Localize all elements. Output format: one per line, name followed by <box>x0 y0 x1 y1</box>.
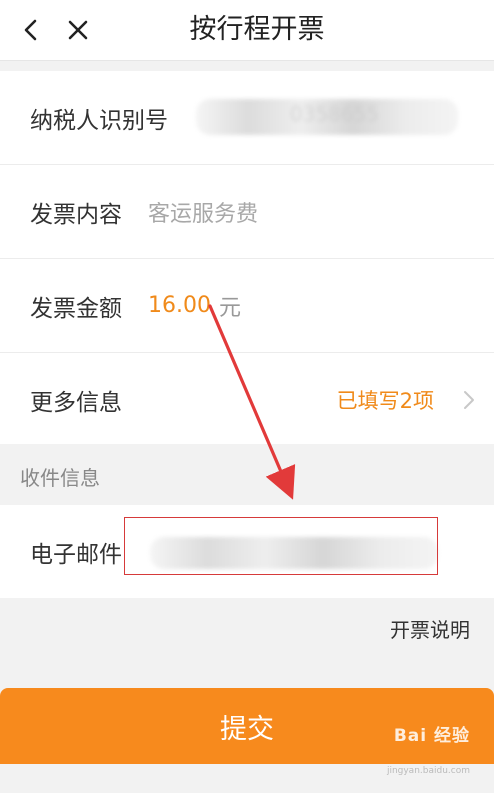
bottom-edge: jingyan.baidu.com <box>0 764 494 793</box>
taxpayer-id-label: 纳税人识别号 <box>30 107 168 134</box>
recipient-section-header: 收件信息 <box>0 444 494 504</box>
invoice-content-row[interactable]: 发票内容 客运服务费 <box>0 165 494 259</box>
invoice-form: 纳税人识别号 0358655 发票内容 客运服务费 发票金额 16.00 元 更… <box>0 71 494 446</box>
more-info-label: 更多信息 <box>30 389 122 416</box>
submit-button-label: 提交 <box>220 713 274 745</box>
taxpayer-id-value-blurred[interactable]: 0358655 <box>196 99 458 135</box>
invoice-amount-unit: 元 <box>218 295 241 321</box>
invoice-amount-value: 16.00 <box>148 293 211 318</box>
page-title: 按行程开票 <box>189 14 325 45</box>
invoice-content-label: 发票内容 <box>30 201 122 228</box>
watermark-url: jingyan.baidu.com <box>386 766 470 776</box>
invoice-amount-row: 发票金额 16.00 元 <box>0 259 494 353</box>
recipient-section-title: 收件信息 <box>20 466 100 490</box>
submit-button[interactable]: 提交 Bai 经验 <box>0 688 494 764</box>
top-bar: 按行程开票 <box>0 0 494 61</box>
more-info-status: 已填写2项 <box>336 388 434 413</box>
invoice-help-link[interactable]: 开票说明 <box>390 614 470 643</box>
annotation-highlight-box <box>124 517 438 575</box>
invoice-amount-label: 发票金额 <box>30 295 122 322</box>
more-info-row[interactable]: 更多信息 已填写2项 <box>0 353 494 446</box>
watermark-brand: Bai 经验 <box>393 726 470 746</box>
invoice-content-value: 客运服务费 <box>148 201 259 227</box>
email-label: 电子邮件 <box>30 541 122 568</box>
chevron-right-icon[interactable] <box>462 389 476 411</box>
taxpayer-id-row[interactable]: 纳税人识别号 0358655 <box>0 71 494 165</box>
